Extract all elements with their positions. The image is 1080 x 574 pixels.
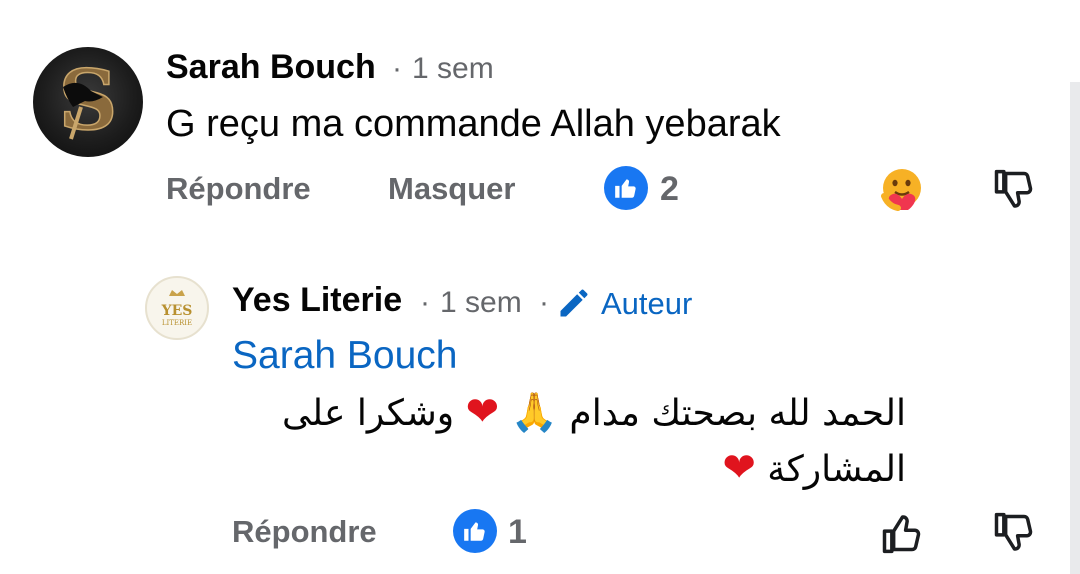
svg-text:YES: YES xyxy=(161,303,193,319)
reply-text-part3: المشاركة xyxy=(767,449,906,490)
heart-emoji-icon: ❤ xyxy=(465,389,500,435)
like-count[interactable]: 2 xyxy=(660,170,679,209)
reply-text-part2: وشكرا على xyxy=(282,393,455,434)
pray-emoji-icon: 🙏 xyxy=(510,390,558,434)
meta-separator: · xyxy=(392,52,402,85)
reply-text-part1: الحمد لله بصحتك مدام xyxy=(569,393,906,434)
scrollbar[interactable] xyxy=(1070,82,1080,574)
logo-image: YES LITERIE xyxy=(161,290,193,327)
avatar-yes-literie[interactable]: YES LITERIE xyxy=(145,276,209,340)
svg-text:LITERIE: LITERIE xyxy=(162,319,192,327)
heart-emoji-icon: ❤ xyxy=(722,445,756,491)
avatar-image: S xyxy=(58,52,119,150)
comment-time[interactable]: 1 sem xyxy=(412,52,494,86)
hide-button[interactable]: Masquer xyxy=(388,171,515,207)
reply-time[interactable]: 1 sem xyxy=(440,286,522,320)
reply-text-line1: الحمد لله بصحتك مدام 🙏 ❤ وشكرا على xyxy=(226,384,906,442)
thumbs-down-icon[interactable] xyxy=(991,166,1035,214)
like-count[interactable]: 1 xyxy=(508,513,527,552)
reply-author[interactable]: Yes Literie xyxy=(232,281,402,320)
pencil-icon xyxy=(556,285,592,321)
reply-button[interactable]: Répondre xyxy=(166,171,311,207)
meta-separator: · xyxy=(420,286,430,319)
avatar-sarah-bouch[interactable]: S xyxy=(33,47,143,157)
thumbs-up-icon xyxy=(464,522,485,541)
thumbs-down-icon[interactable] xyxy=(991,509,1035,557)
care-reaction-icon[interactable] xyxy=(878,166,926,214)
thumbs-up-icon xyxy=(615,179,636,198)
reply-button[interactable]: Répondre xyxy=(232,514,377,550)
comment-text: G reçu ma commande Allah yebarak xyxy=(166,103,781,145)
thumbs-up-icon[interactable] xyxy=(879,509,923,557)
author-badge: Auteur xyxy=(601,286,693,321)
mention-link[interactable]: Sarah Bouch xyxy=(232,334,458,378)
like-badge-icon[interactable] xyxy=(453,509,497,553)
comment-author[interactable]: Sarah Bouch xyxy=(166,48,376,87)
reply-text-line2: المشاركة ❤ xyxy=(226,440,906,498)
like-badge-icon[interactable] xyxy=(604,166,648,210)
meta-separator: · xyxy=(539,286,549,319)
